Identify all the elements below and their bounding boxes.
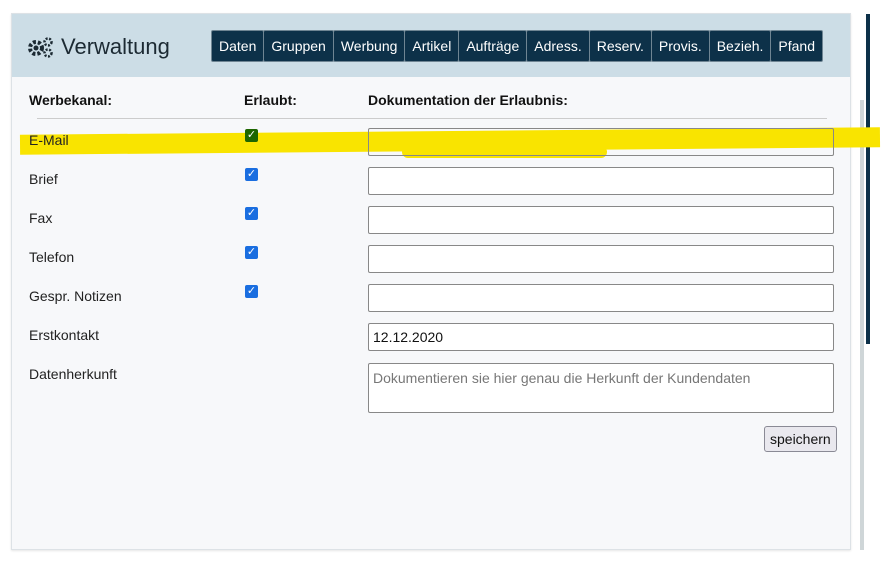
doc-input-telefon[interactable]: [368, 245, 834, 273]
tab-werbung[interactable]: Werbung: [332, 30, 406, 62]
row-label-email: E-Mail: [29, 132, 69, 148]
verwaltung-panel: Verwaltung Daten Gruppen Werbung Artikel…: [11, 13, 881, 550]
checkbox-notizen[interactable]: ✓: [245, 285, 258, 298]
column-header-allowed: Erlaubt:: [244, 92, 297, 108]
page-title: Verwaltung: [27, 34, 170, 60]
column-header-doc: Dokumentation der Erlaubnis:: [368, 92, 568, 108]
tab-bezieh[interactable]: Bezieh.: [708, 30, 772, 62]
checkbox-brief[interactable]: ✓: [245, 168, 258, 181]
divider: [37, 118, 827, 119]
gears-icon: [28, 37, 53, 58]
save-button[interactable]: speichern: [764, 426, 837, 452]
erstkontakt-input[interactable]: 12.12.2020: [368, 323, 834, 351]
title-text: Verwaltung: [61, 34, 170, 59]
row-label-fax: Fax: [29, 210, 53, 226]
tab-pfand[interactable]: Pfand: [770, 30, 824, 62]
tab-bar: Daten Gruppen Werbung Artikel Aufträge A…: [211, 30, 824, 62]
doc-input-notizen[interactable]: [368, 284, 834, 312]
tab-gruppen[interactable]: Gruppen: [263, 30, 334, 62]
row-label-notizen: Gespr. Notizen: [29, 288, 122, 304]
panel-header: Verwaltung Daten Gruppen Werbung Artikel…: [12, 14, 850, 77]
background-window-edge: [866, 14, 870, 344]
datenherkunft-textarea[interactable]: Dokumentieren sie hier genau die Herkunf…: [368, 363, 834, 413]
tab-daten[interactable]: Daten: [211, 30, 265, 62]
datenherkunft-label: Datenherkunft: [29, 366, 117, 382]
tab-reserv[interactable]: Reserv.: [588, 30, 652, 62]
doc-input-fax[interactable]: [368, 206, 834, 234]
tab-provis[interactable]: Provis.: [650, 30, 710, 62]
column-header-channel: Werbekanal:: [29, 92, 112, 108]
checkbox-email[interactable]: ✓: [245, 129, 258, 142]
row-label-telefon: Telefon: [29, 249, 75, 265]
scrollbar-track[interactable]: [860, 100, 864, 550]
tab-auftraege[interactable]: Aufträge: [458, 30, 528, 62]
tab-artikel[interactable]: Artikel: [404, 30, 460, 62]
doc-input-email[interactable]: [368, 128, 834, 156]
erstkontakt-label: Erstkontakt: [29, 327, 100, 343]
doc-input-brief[interactable]: [368, 167, 834, 195]
checkbox-fax[interactable]: ✓: [245, 207, 258, 220]
row-label-brief: Brief: [29, 171, 58, 187]
checkbox-telefon[interactable]: ✓: [245, 246, 258, 259]
tab-adress[interactable]: Adress.: [526, 30, 590, 62]
